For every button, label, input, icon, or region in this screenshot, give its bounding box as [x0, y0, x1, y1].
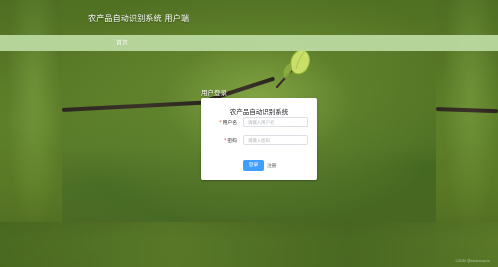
login-card-title: 农产品自动识别系统	[229, 108, 289, 116]
username-input[interactable]	[243, 117, 308, 127]
password-label-text: 密码	[227, 139, 237, 144]
password-row: *密码	[213, 135, 309, 147]
login-button[interactable]: 登录	[243, 160, 264, 171]
username-row: *用户名	[213, 117, 309, 129]
username-label: *用户名	[213, 119, 237, 126]
register-link[interactable]: 注册	[267, 162, 277, 169]
nav-item-home[interactable]: 首页	[116, 38, 128, 47]
watermark-text: CSDN @biyezuopin	[455, 259, 490, 263]
password-label: *密码	[213, 137, 237, 144]
app-title: 农产品自动识别系统 用户端	[88, 14, 190, 23]
username-required-mark: *	[219, 121, 222, 126]
login-section-label: 用户登录	[201, 89, 227, 97]
username-label-text: 用户名	[222, 121, 237, 126]
background-tile-bottom	[0, 222, 498, 267]
leaf-bud-icon	[275, 48, 310, 89]
top-navbar: 首页	[0, 35, 498, 51]
login-card: 农产品自动识别系统 *用户名 *密码 登录 注册	[201, 98, 317, 180]
password-input[interactable]	[243, 135, 308, 145]
